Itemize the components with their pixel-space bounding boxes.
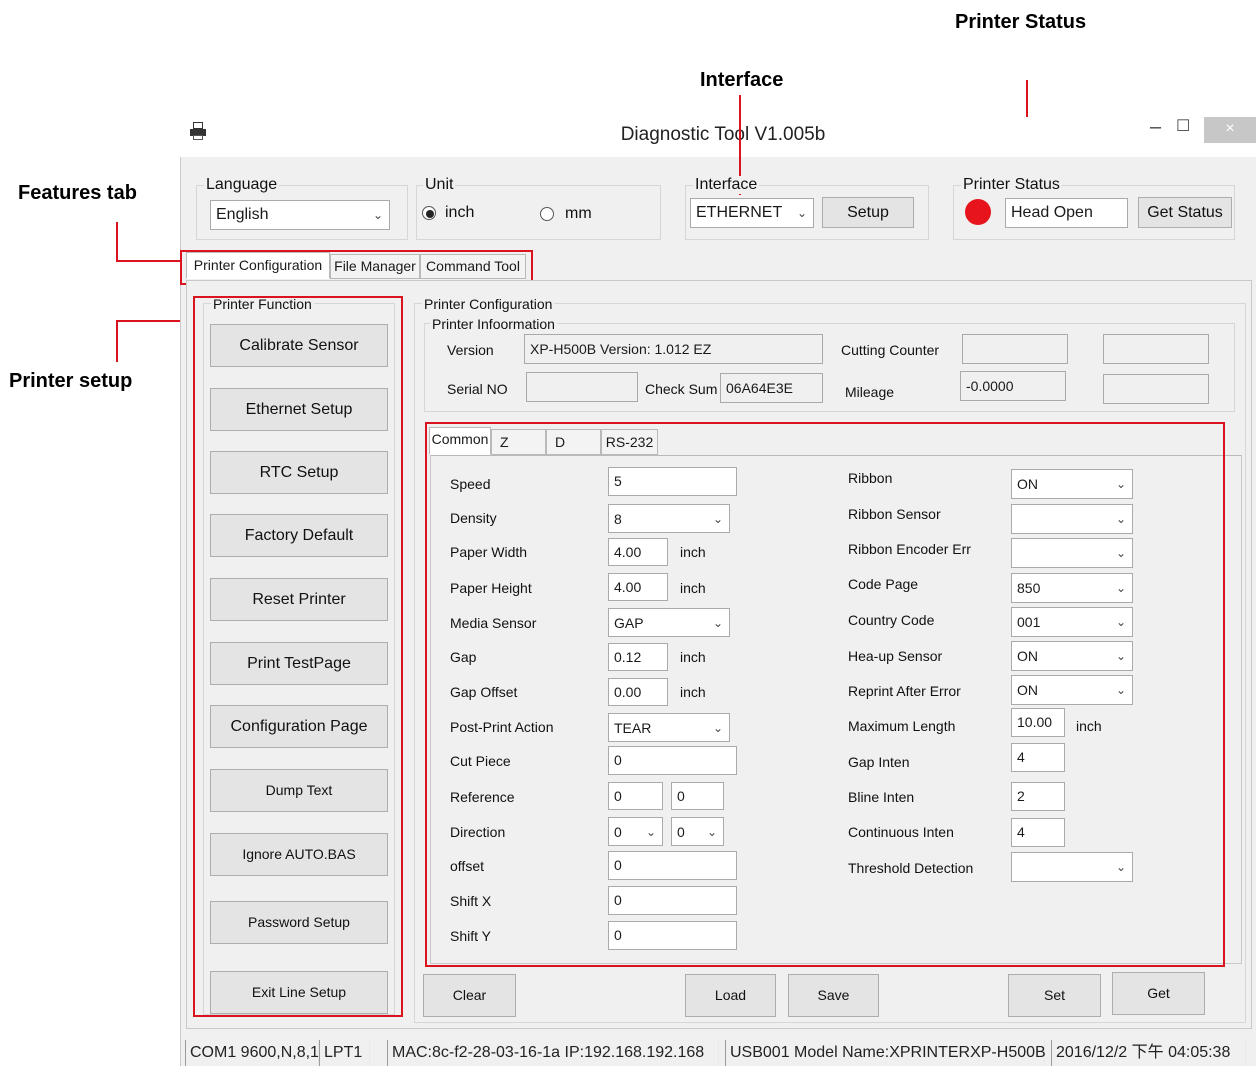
callout-features-tab-line-v (116, 222, 118, 262)
printer-status-label: Printer Status (961, 176, 1062, 194)
printer-configuration-label: Printer Configuration (422, 296, 555, 312)
serial-no-label: Serial NO (447, 381, 508, 397)
callout-interface: Interface (700, 69, 784, 91)
cutting-counter-extra-field (1103, 334, 1209, 364)
minimize-button[interactable]: – (1150, 116, 1161, 139)
rtc-setup-button[interactable]: RTC Setup (210, 451, 388, 494)
window-title: Diagnostic Tool V1.005b (620, 124, 826, 145)
status-lpt-port: LPT1 (319, 1040, 370, 1066)
load-button[interactable]: Load (685, 974, 776, 1017)
callout-features-tab: Features tab (18, 182, 137, 204)
mileage-field: -0.0000 (960, 371, 1066, 401)
unit-inch-label: inch (445, 204, 475, 221)
cutting-counter-label: Cutting Counter (841, 342, 940, 358)
get-button[interactable]: Get (1112, 972, 1205, 1015)
callout-printer-setup: Printer setup (9, 370, 133, 392)
serial-no-field (526, 372, 638, 402)
version-field: XP-H500B Version: 1.012 EZ (524, 334, 823, 364)
mileage-extra-field (1103, 374, 1209, 404)
cutting-counter-field (962, 334, 1068, 364)
status-datetime: 2016/12/2 下午 04:05:38 (1051, 1040, 1246, 1066)
unit-mm-label: mm (565, 205, 592, 222)
unit-label: Unit (423, 176, 456, 194)
save-button[interactable]: Save (788, 974, 879, 1017)
chevron-down-icon: ⌄ (372, 208, 383, 222)
callout-features-tab-line-h (116, 260, 182, 262)
reset-printer-button[interactable]: Reset Printer (210, 578, 388, 621)
interface-value: ETHERNET (696, 204, 783, 221)
status-bar: COM1 9600,N,8,1 LPT1 MAC:8c-f2-28-03-16-… (185, 1040, 1256, 1066)
ignore-autobas-button[interactable]: Ignore AUTO.BAS (210, 833, 388, 876)
configuration-page-button[interactable]: Configuration Page (210, 705, 388, 748)
set-button[interactable]: Set (1008, 974, 1101, 1017)
calibrate-sensor-button[interactable]: Calibrate Sensor (210, 324, 388, 367)
unit-mm-radio[interactable] (540, 207, 554, 221)
callout-printer-status: Printer Status (955, 11, 1087, 33)
version-label: Version (447, 342, 494, 358)
language-value: English (216, 206, 269, 223)
exit-line-setup-button[interactable]: Exit Line Setup (210, 971, 388, 1014)
status-network: MAC:8c-f2-28-03-16-1a IP:192.168.192.168 (387, 1040, 719, 1066)
printer-status-field: Head Open (1005, 198, 1128, 228)
common-settings-highlight (425, 422, 1225, 967)
status-com-port: COM1 9600,N,8,1 (185, 1040, 319, 1066)
maximize-button[interactable]: ☐ (1176, 116, 1190, 136)
clear-button[interactable]: Clear (423, 974, 516, 1017)
print-testpage-button[interactable]: Print TestPage (210, 642, 388, 685)
status-indicator-icon (965, 199, 991, 225)
language-select[interactable]: English ⌄ (210, 200, 390, 230)
checksum-field: 06A64E3E (720, 373, 823, 403)
interface-label: Interface (693, 176, 760, 194)
get-status-button[interactable]: Get Status (1138, 197, 1232, 228)
interface-setup-button[interactable]: Setup (822, 197, 914, 228)
checksum-label: Check Sum (645, 381, 718, 397)
chevron-down-icon: ⌄ (796, 206, 807, 220)
close-button[interactable]: × (1204, 117, 1256, 143)
dump-text-button[interactable]: Dump Text (210, 769, 388, 812)
callout-printer-setup-line-v (116, 320, 118, 362)
language-label: Language (204, 176, 280, 194)
unit-inch-radio[interactable] (422, 206, 436, 220)
printer-information-label: Printer Infoormation (430, 316, 557, 332)
mileage-label: Mileage (845, 384, 895, 400)
ethernet-setup-button[interactable]: Ethernet Setup (210, 388, 388, 431)
factory-default-button[interactable]: Factory Default (210, 514, 388, 557)
interface-select[interactable]: ETHERNET ⌄ (690, 198, 814, 228)
status-usb-model: USB001 Model Name:XPRINTERXP-H500B (725, 1040, 1046, 1066)
password-setup-button[interactable]: Password Setup (210, 901, 388, 944)
